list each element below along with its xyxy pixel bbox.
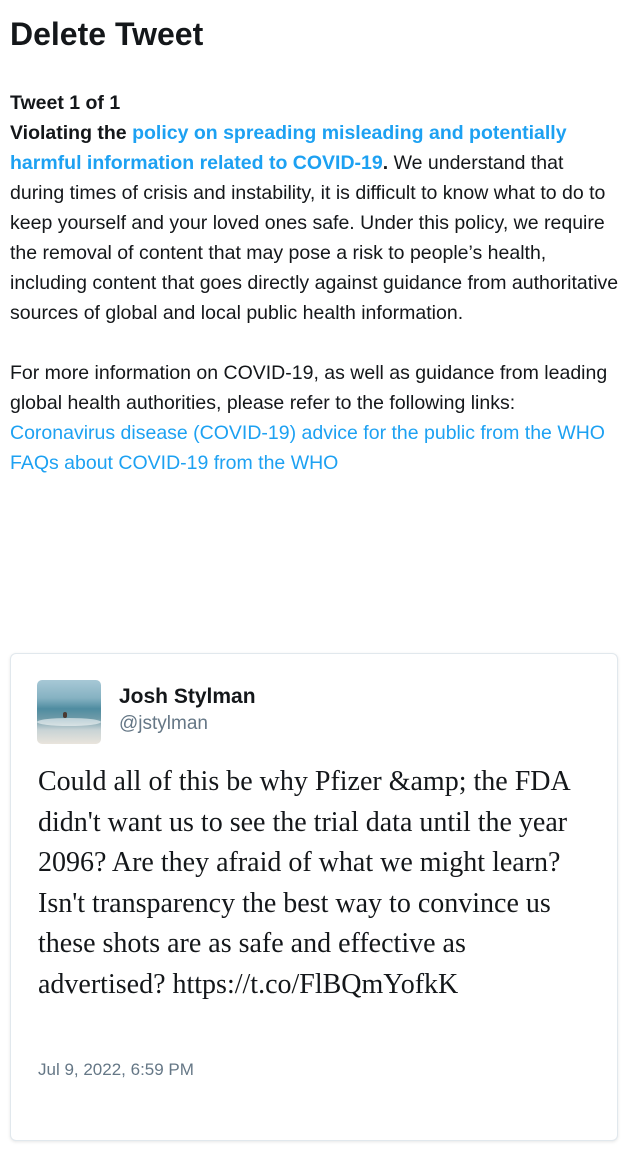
author-name[interactable]: Josh Stylman bbox=[119, 684, 256, 710]
avatar[interactable] bbox=[37, 680, 101, 744]
tweet-card: Josh Stylman @jstylman Could all of this… bbox=[10, 653, 618, 1141]
more-info-text: For more information on COVID-19, as wel… bbox=[10, 362, 608, 414]
page-title: Delete Tweet bbox=[10, 16, 204, 52]
violating-prefix: Violating the bbox=[10, 122, 133, 144]
who-advice-link[interactable]: Coronavirus disease (COVID-19) advice fo… bbox=[10, 418, 622, 448]
tweet-timestamp: Jul 9, 2022, 6:59 PM bbox=[38, 1060, 194, 1079]
policy-explanation: We understand that during times of crisi… bbox=[10, 152, 619, 324]
author-handle[interactable]: @jstylman bbox=[119, 712, 208, 736]
avatar-figure bbox=[63, 712, 67, 718]
avatar-wave bbox=[37, 718, 101, 726]
violation-notice: Tweet 1 of 1 Violating the policy on spr… bbox=[10, 88, 622, 478]
tweet-count: Tweet 1 of 1 bbox=[10, 92, 121, 114]
tweet-text: Could all of this be why Pfizer &amp; th… bbox=[38, 766, 570, 1000]
delete-tweet-page: Delete Tweet Tweet 1 of 1 Violating the … bbox=[0, 0, 630, 1154]
violating-suffix: . bbox=[382, 152, 389, 174]
who-faq-link[interactable]: FAQs about COVID-19 from the WHO bbox=[10, 448, 622, 478]
